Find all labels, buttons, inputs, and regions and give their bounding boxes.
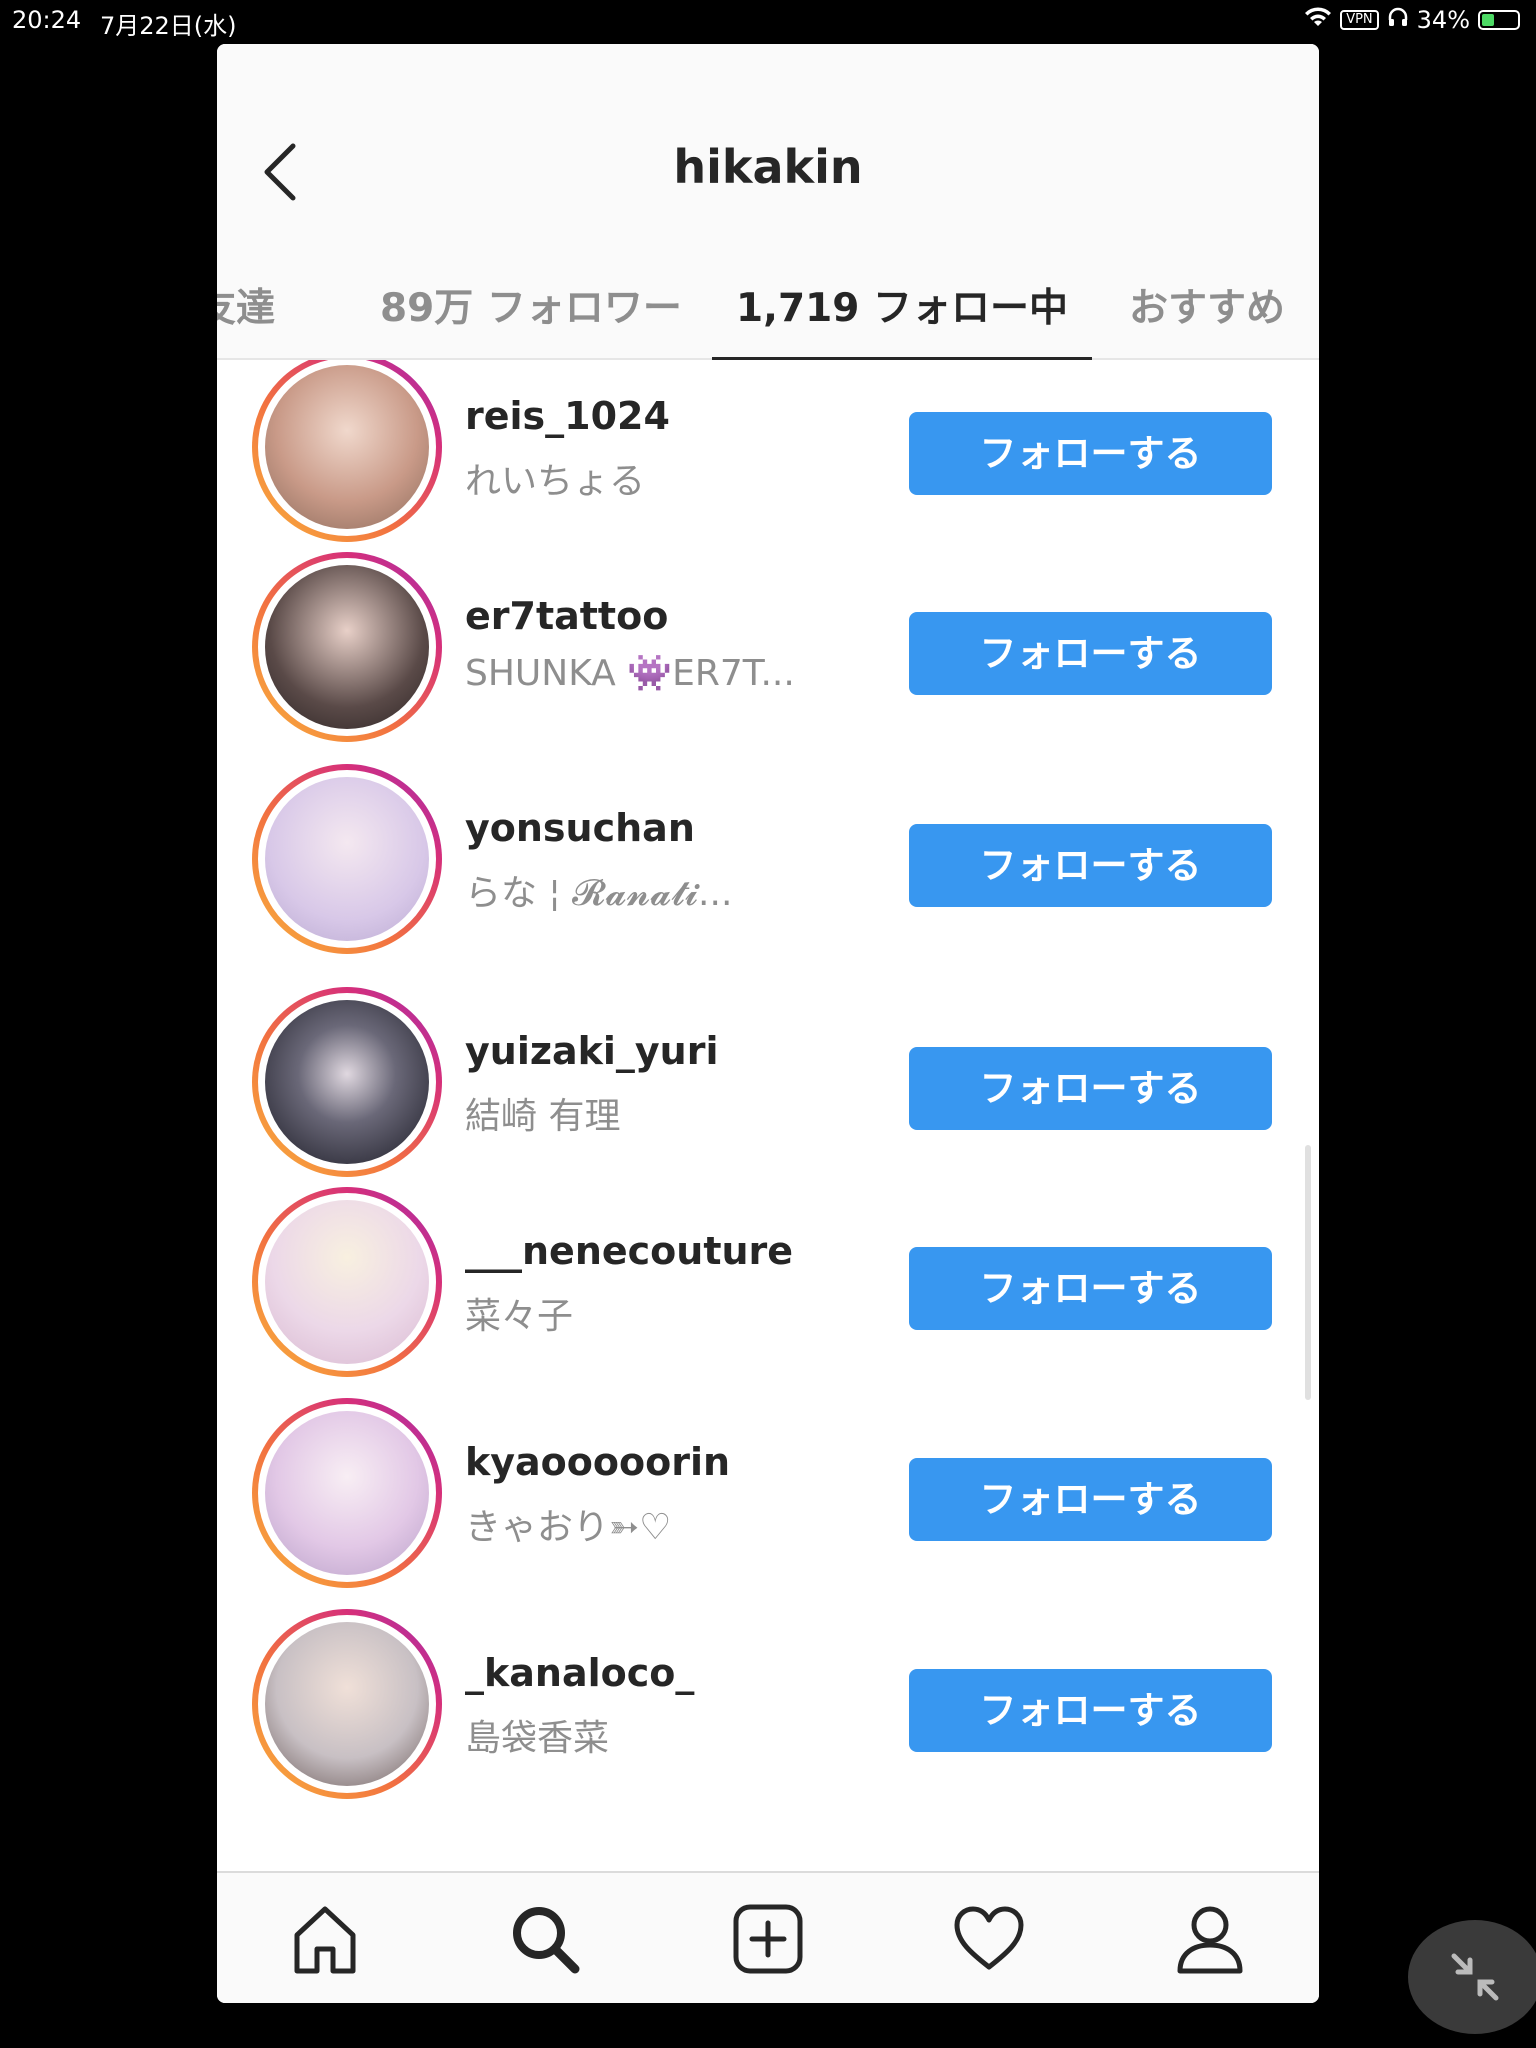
battery-percent: 34% [1416, 6, 1470, 34]
avatar[interactable] [252, 552, 442, 742]
nav-home[interactable] [287, 1901, 363, 1977]
username[interactable]: kyaooooorin [465, 1440, 730, 1484]
following-list[interactable]: reis_1024 れいちょる フォローする er7tattoo SHUNKA … [217, 360, 1319, 1916]
avatar-image [265, 777, 429, 941]
avatar-image [265, 365, 429, 529]
heart-icon [954, 1906, 1024, 1970]
home-icon [294, 1906, 356, 1974]
follow-button[interactable]: フォローする [909, 824, 1272, 907]
collapse-icon [1451, 1953, 1499, 2001]
follow-button[interactable]: フォローする [909, 1669, 1272, 1752]
app-window: hikakin 友達 89万 フォロワー 1,719 フォロー中 おすすめ re… [217, 44, 1319, 2003]
page-title: hikakin [673, 140, 863, 194]
status-bar: 20:24 7月22日(水) VPN 34% [0, 0, 1536, 40]
full-name: 島袋香菜 [465, 1718, 610, 1759]
tab-bar: 友達 89万 フォロワー 1,719 フォロー中 おすすめ [217, 274, 1319, 360]
nav-search[interactable] [507, 1901, 583, 1977]
username[interactable]: _kanaloco_ [465, 1651, 694, 1695]
full-name: 菜々子 [465, 1296, 574, 1337]
follow-button[interactable]: フォローする [909, 1047, 1272, 1130]
avatar-image [265, 1622, 429, 1786]
nav-profile[interactable] [1172, 1901, 1248, 1977]
vpn-badge: VPN [1340, 10, 1379, 30]
headphones-icon [1387, 6, 1409, 34]
follow-button[interactable]: フォローする [909, 1247, 1272, 1330]
list-item[interactable]: kyaooooorin きゃおり➳♡ フォローする [217, 1398, 1319, 1606]
tab-suggested[interactable]: おすすめ [1129, 274, 1285, 360]
nav-add[interactable] [730, 1901, 806, 1977]
collapse-button[interactable] [1408, 1920, 1536, 2034]
avatar[interactable] [252, 360, 442, 542]
nav-activity[interactable] [951, 1901, 1027, 1977]
avatar-image [265, 1000, 429, 1164]
status-right: VPN 34% [1304, 6, 1520, 34]
tab-friends[interactable]: 友達 [217, 274, 275, 360]
list-item[interactable]: yonsuchan らな ¦ 𝓡𝓪𝓷𝓪𝓽𝓲... フォローする [217, 764, 1319, 972]
username[interactable]: ___nenecouture [465, 1229, 793, 1273]
list-item[interactable]: er7tattoo SHUNKA 👾ER7T... フォローする [217, 552, 1319, 760]
avatar[interactable] [252, 987, 442, 1177]
avatar-image [265, 1411, 429, 1575]
battery-icon [1478, 10, 1520, 30]
full-name: SHUNKA 👾ER7T... [465, 653, 795, 694]
search-icon [513, 1907, 580, 1974]
username[interactable]: er7tattoo [465, 594, 668, 638]
bottom-nav [217, 1871, 1319, 2003]
username[interactable]: yuizaki_yuri [465, 1029, 719, 1073]
tab-followers[interactable]: 89万 フォロワー [380, 274, 682, 360]
avatar[interactable] [252, 1187, 442, 1377]
wifi-icon [1304, 6, 1332, 34]
follow-button[interactable]: フォローする [909, 412, 1272, 495]
username[interactable]: yonsuchan [465, 806, 695, 850]
profile-icon [1177, 1906, 1243, 1974]
status-date: 7月22日(水) [100, 12, 237, 40]
tab-following[interactable]: 1,719 フォロー中 [712, 274, 1092, 360]
list-item[interactable]: _kanaloco_ 島袋香菜 フォローする [217, 1609, 1319, 1817]
list-item[interactable]: reis_1024 れいちょる フォローする [217, 360, 1319, 560]
follow-button[interactable]: フォローする [909, 612, 1272, 695]
list-item[interactable]: ___nenecouture 菜々子 フォローする [217, 1187, 1319, 1395]
avatar-image [265, 565, 429, 729]
follow-button[interactable]: フォローする [909, 1458, 1272, 1541]
avatar[interactable] [252, 1609, 442, 1799]
add-post-icon [733, 1904, 803, 1974]
avatar[interactable] [252, 764, 442, 954]
scrollbar[interactable] [1305, 1145, 1311, 1400]
status-time: 20:24 [12, 6, 82, 34]
list-item[interactable]: yuizaki_yuri 結崎 有理 フォローする [217, 987, 1319, 1195]
full-name: れいちょる [465, 461, 646, 502]
header: hikakin 友達 89万 フォロワー 1,719 フォロー中 おすすめ [217, 44, 1319, 360]
username[interactable]: reis_1024 [465, 394, 670, 438]
full-name: らな ¦ 𝓡𝓪𝓷𝓪𝓽𝓲... [465, 873, 733, 914]
full-name: きゃおり➳♡ [465, 1507, 672, 1548]
full-name: 結崎 有理 [465, 1096, 621, 1137]
avatar[interactable] [252, 1398, 442, 1588]
avatar-image [265, 1200, 429, 1364]
